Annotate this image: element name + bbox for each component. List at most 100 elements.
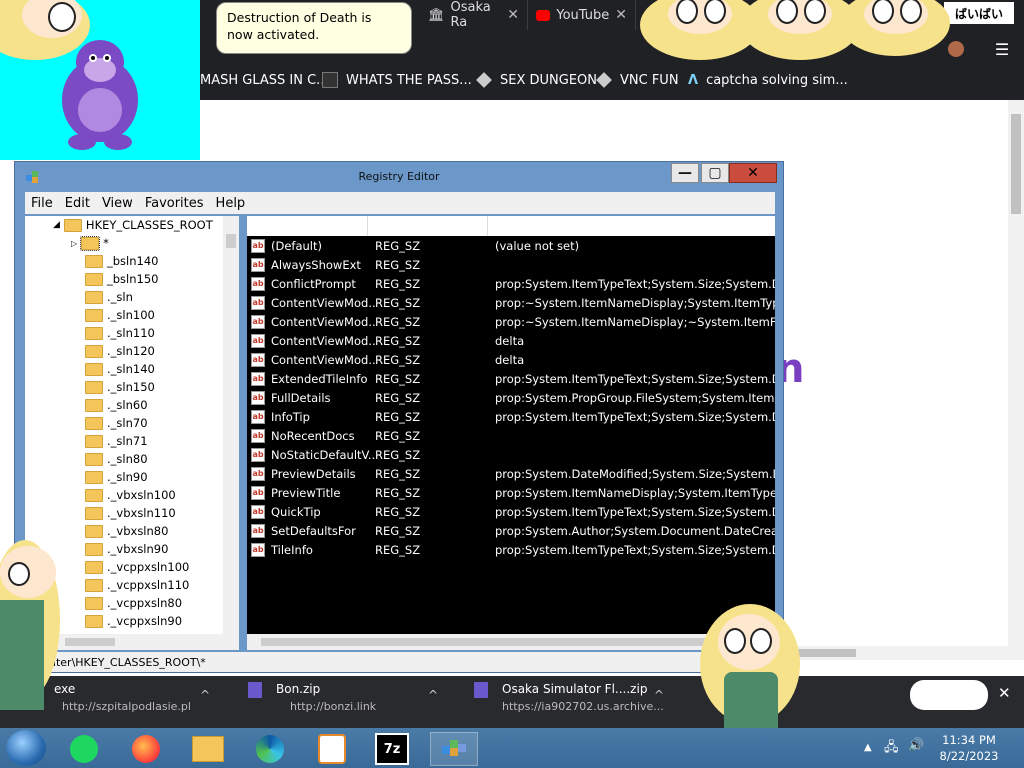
- tree-item[interactable]: ._vcppxsln100: [85, 558, 189, 576]
- list-hscrollbar[interactable]: [247, 634, 775, 650]
- tree-item[interactable]: ._vbxsln110: [85, 504, 176, 522]
- value-row[interactable]: ab ContentViewMod... REG_SZ delta: [247, 350, 775, 369]
- value-data: (value not set): [495, 238, 580, 253]
- chevron-up-icon[interactable]: ^: [428, 688, 438, 702]
- bookmark-captcha[interactable]: Λ captcha solving sim...: [688, 62, 848, 98]
- tree-item[interactable]: ._sln80: [85, 450, 148, 468]
- tree-item[interactable]: ._vbxsln100: [85, 486, 176, 504]
- folder-icon: [85, 596, 103, 610]
- value-row[interactable]: ab NoRecentDocs REG_SZ: [247, 426, 775, 445]
- value-name: PreviewTitle: [271, 485, 341, 500]
- chevron-up-icon[interactable]: ^: [200, 688, 210, 702]
- folder-icon: [85, 452, 103, 466]
- value-type: REG_SZ: [375, 485, 421, 500]
- tree-item[interactable]: ._sln: [85, 288, 133, 306]
- string-value-icon: ab: [251, 333, 265, 348]
- minimize-button[interactable]: —: [671, 163, 699, 183]
- tab-youtube[interactable]: YouTube ✕: [528, 0, 636, 30]
- menu-edit[interactable]: Edit: [59, 196, 96, 211]
- tab-osaka[interactable]: 🏛 Osaka Ra ✕: [420, 0, 528, 30]
- tree-item[interactable]: ._vbxsln80: [85, 522, 168, 540]
- menu-file[interactable]: File: [25, 196, 59, 211]
- download-item[interactable]: Bon.zip http://bonzi.link ^: [248, 676, 448, 730]
- file-explorer-icon[interactable]: [184, 732, 232, 766]
- bookmark-sex-dungeon[interactable]: SEX DUNGEON: [476, 62, 597, 98]
- value-row[interactable]: ab TileInfo REG_SZ prop:System.ItemTypeText…: [247, 540, 775, 559]
- download-item[interactable]: exe http://szpitalpodlasie.pl ^: [54, 676, 224, 730]
- value-row[interactable]: ab PreviewDetails REG_SZ prop:System.DateMo…: [247, 464, 775, 483]
- value-row[interactable]: ab AlwaysShowExt REG_SZ: [247, 255, 775, 274]
- maximize-button[interactable]: ▢: [701, 163, 729, 183]
- list-header[interactable]: [247, 216, 775, 236]
- media-player-icon[interactable]: [308, 732, 356, 766]
- tree-scrollbar[interactable]: [223, 216, 239, 634]
- close-icon[interactable]: ✕: [615, 7, 627, 23]
- value-row[interactable]: ab ContentViewMod... REG_SZ prop:~System.It…: [247, 312, 775, 331]
- download-item[interactable]: Osaka Simulator Fl....zip https://ia9027…: [474, 676, 674, 730]
- registry-editor-window[interactable]: Registry Editor — ▢ ✕ File Edit View Fav…: [14, 161, 784, 673]
- tree-item[interactable]: ._sln150: [85, 378, 155, 396]
- tree-item[interactable]: ▷ *: [71, 234, 109, 252]
- tree-item[interactable]: ._vcppxsln80: [85, 594, 182, 612]
- close-button[interactable]: ✕: [729, 163, 777, 183]
- value-row[interactable]: ab PreviewTitle REG_SZ prop:System.ItemName…: [247, 483, 775, 502]
- tree-item-label: ._vcppxsln100: [107, 560, 190, 574]
- value-row[interactable]: ab ConflictPrompt REG_SZ prop:System.ItemTy…: [247, 274, 775, 293]
- value-row[interactable]: ab SetDefaultsFor REG_SZ prop:System.Author…: [247, 521, 775, 540]
- value-row[interactable]: ab ContentViewMod... REG_SZ delta: [247, 331, 775, 350]
- tree-item[interactable]: ._sln90: [85, 468, 148, 486]
- tree-root[interactable]: ◢ HKEY_CLASSES_ROOT: [53, 216, 213, 234]
- tree-item-label: ._sln80: [107, 452, 148, 466]
- chevron-up-icon[interactable]: ^: [654, 688, 664, 702]
- tree-item[interactable]: ._sln120: [85, 342, 155, 360]
- tree-item[interactable]: ._sln60: [85, 396, 148, 414]
- tree-item[interactable]: ._sln70: [85, 414, 148, 432]
- tree-item[interactable]: _bsln140: [85, 252, 158, 270]
- spotify-icon[interactable]: [60, 732, 108, 766]
- 7zip-icon[interactable]: 7z: [368, 732, 416, 766]
- value-row[interactable]: ab QuickTip REG_SZ prop:System.ItemTypeText…: [247, 502, 775, 521]
- title-bar[interactable]: Registry Editor — ▢ ✕: [15, 162, 783, 192]
- tree-item[interactable]: ._vbxsln90: [85, 540, 168, 558]
- close-icon[interactable]: ✕: [998, 684, 1014, 704]
- value-row[interactable]: ab NoStaticDefaultV... REG_SZ: [247, 445, 775, 464]
- string-value-icon: ab: [251, 295, 265, 310]
- start-button[interactable]: [6, 730, 46, 766]
- tree-item[interactable]: ._sln71: [85, 432, 148, 450]
- page-scrollbar[interactable]: [1008, 100, 1024, 660]
- value-row[interactable]: ab (Default) REG_SZ (value not set): [247, 236, 775, 255]
- value-row[interactable]: ab InfoTip REG_SZ prop:System.ItemTypeText;…: [247, 407, 775, 426]
- bookmark-whats-the-pass[interactable]: WHATS THE PASS...: [322, 62, 472, 98]
- firefox-icon[interactable]: [122, 732, 170, 766]
- values-list[interactable]: ab (Default) REG_SZ (value not set) ab Alway…: [247, 216, 775, 634]
- tree-item[interactable]: ._vcppxsln90: [85, 612, 182, 630]
- tray-expand-icon[interactable]: ▲: [864, 742, 872, 753]
- tree-item[interactable]: _bsln150: [85, 270, 158, 288]
- edge-icon[interactable]: [246, 732, 294, 766]
- character-body: [724, 672, 778, 728]
- volume-icon[interactable]: 🔊: [908, 738, 926, 756]
- value-row[interactable]: ab ContentViewMod... REG_SZ prop:~System.It…: [247, 293, 775, 312]
- tree-item[interactable]: ._sln110: [85, 324, 155, 342]
- key-tree[interactable]: ◢ HKEY_CLASSES_ROOT ▷ * _bsln140 _bsln15…: [25, 216, 239, 634]
- menu-view[interactable]: View: [96, 196, 139, 211]
- value-row[interactable]: ab FullDetails REG_SZ prop:System.PropGroup…: [247, 388, 775, 407]
- tree-item[interactable]: ._vcppxsln110: [85, 576, 189, 594]
- network-icon[interactable]: 🖧: [884, 738, 902, 756]
- menu-help[interactable]: Help: [210, 196, 252, 211]
- bookmark-vnc-fun[interactable]: VNC FUN: [596, 62, 679, 98]
- string-value-icon: ab: [251, 390, 265, 405]
- tree-item[interactable]: ._sln140: [85, 360, 155, 378]
- menu-favorites[interactable]: Favorites: [139, 196, 210, 211]
- value-type: REG_SZ: [375, 314, 421, 329]
- close-icon[interactable]: ✕: [507, 7, 519, 23]
- bookmark-mash-glass[interactable]: MASH GLASS IN C...: [200, 62, 329, 98]
- regedit-taskbar-icon[interactable]: [430, 732, 478, 766]
- tree-item[interactable]: ._sln100: [85, 306, 155, 324]
- menu-icon[interactable]: ☰: [992, 36, 1012, 62]
- profile-avatar[interactable]: [944, 36, 968, 62]
- show-all-button[interactable]: [910, 680, 988, 710]
- system-clock[interactable]: 11:34 PM 8/22/2023: [934, 732, 1004, 766]
- download-url: http://szpitalpodlasie.pl: [62, 700, 191, 713]
- value-row[interactable]: ab ExtendedTileInfo REG_SZ prop:System.Item…: [247, 369, 775, 388]
